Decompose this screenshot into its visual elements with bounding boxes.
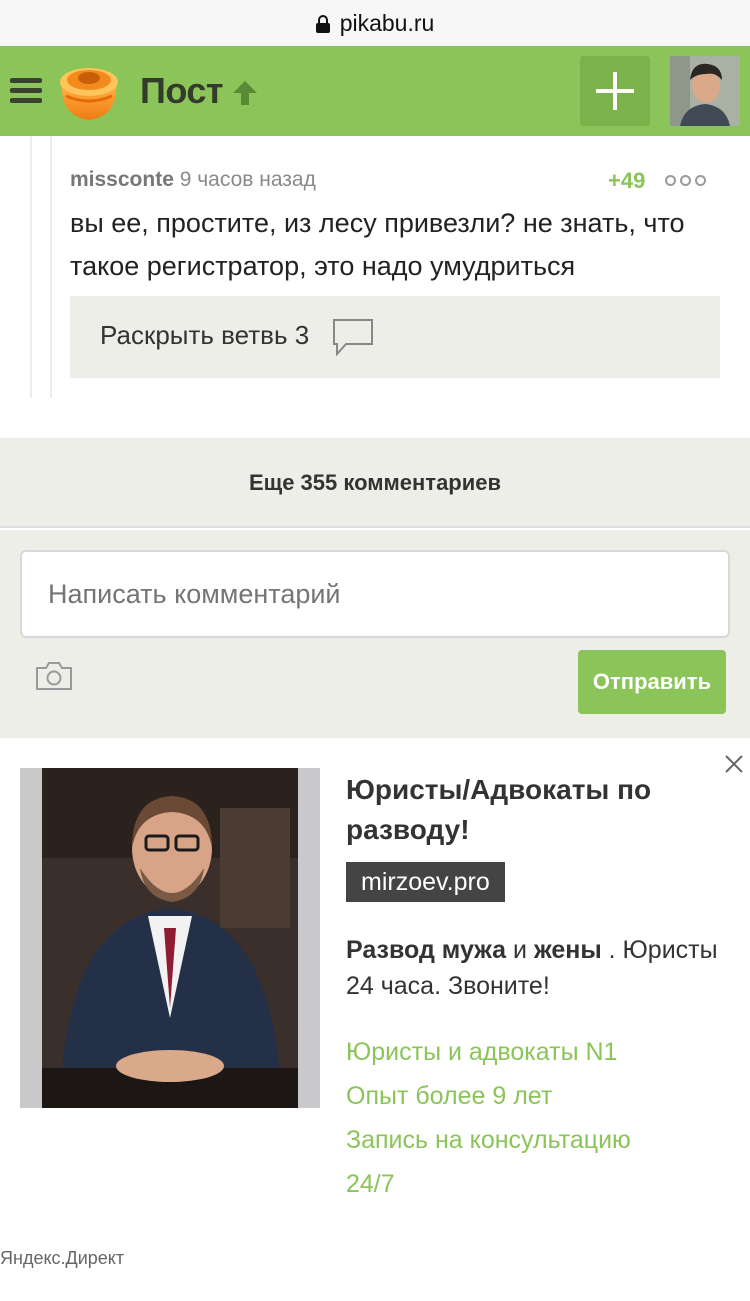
user-avatar[interactable]	[670, 56, 740, 126]
ad-image[interactable]	[20, 768, 320, 1108]
browser-url: pikabu.ru	[339, 9, 435, 36]
camera-icon[interactable]	[34, 660, 74, 692]
site-header: Пост	[0, 46, 750, 136]
ad-link[interactable]: 24/7	[346, 1162, 736, 1206]
comment-rating: +49	[608, 168, 646, 193]
more-comments-button[interactable]: Еще 355 комментариев	[0, 438, 750, 528]
menu-icon[interactable]	[10, 78, 42, 104]
pikabu-logo-icon[interactable]	[56, 60, 122, 122]
expand-thread-button[interactable]: Раскрыть ветвь 3	[70, 296, 720, 378]
comment-compose: Отправить	[0, 530, 750, 738]
lock-icon	[315, 15, 330, 33]
comment-author[interactable]: missconte	[70, 168, 174, 191]
ad-source-label[interactable]: Яндекс.Директ	[0, 1248, 124, 1269]
ad-desc-text: и	[506, 936, 534, 964]
browser-url-bar[interactable]: pikabu.ru	[0, 0, 750, 46]
ad-link[interactable]: Юристы и адвокаты N1	[346, 1030, 736, 1074]
arrow-up-icon	[233, 81, 257, 105]
thread-line	[30, 136, 32, 398]
thread-line	[50, 136, 52, 398]
add-post-button[interactable]	[580, 56, 650, 126]
expand-thread-label: Раскрыть ветвь 3	[100, 320, 310, 350]
send-button[interactable]: Отправить	[578, 650, 726, 714]
ad-desc-bold: жены	[533, 936, 602, 964]
comment-bubble-icon	[333, 319, 373, 356]
comment-text: вы ее, простите, из лесу привезли? не зн…	[70, 208, 685, 281]
ad-desc-bold: Развод мужа	[346, 936, 507, 964]
more-icon[interactable]	[665, 175, 706, 186]
comment-time: 9 часов назад	[179, 168, 316, 191]
ad-title[interactable]: Юристы/Адвокаты по разводу!	[346, 770, 736, 850]
ad-link[interactable]: Запись на консультацию	[346, 1118, 736, 1162]
ad-description: Развод мужа и жены . Юристы 24 часа. Зво…	[346, 932, 736, 1004]
ad-link[interactable]: Опыт более 9 лет	[346, 1074, 736, 1118]
comment-input[interactable]	[20, 550, 730, 638]
comment-meta: missconte 9 часов назад	[70, 168, 316, 192]
page-title: Пост	[140, 70, 224, 111]
ad-links: Юристы и адвокаты N1 Опыт более 9 лет За…	[346, 1030, 736, 1206]
ad-domain[interactable]: mirzoev.pro	[346, 862, 505, 902]
